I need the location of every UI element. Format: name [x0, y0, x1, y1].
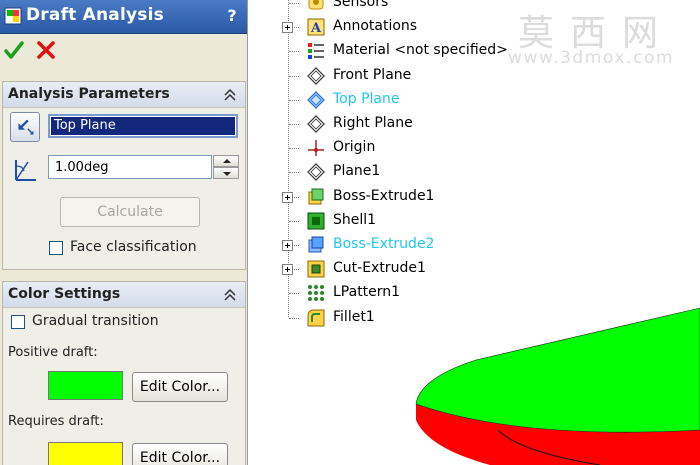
collapse-chevron-icon[interactable]: [221, 286, 239, 304]
angle-spin-up-button[interactable]: [213, 155, 239, 167]
cut-extrude-icon: [307, 260, 325, 278]
positive-draft-label: Positive draft:: [8, 345, 98, 360]
tree-item[interactable]: Material <not specified>: [256, 40, 516, 62]
svg-text:A: A: [310, 21, 322, 36]
tree-item-label: Right Plane: [333, 115, 413, 131]
watermark-url: www.3dmox.com: [508, 48, 675, 68]
tree-item-label: Fillet1: [333, 308, 375, 325]
tree-connector: [289, 220, 299, 222]
expand-plus-icon[interactable]: [282, 22, 293, 34]
tree-item[interactable]: LPattern1: [256, 282, 516, 304]
requires-draft-swatch: [48, 442, 123, 465]
linear-pattern-icon: [308, 285, 324, 302]
tree-connector: [289, 124, 299, 125]
plane-icon: [307, 115, 325, 133]
calculate-button[interactable]: Calculate: [60, 197, 200, 227]
expand-plus-icon[interactable]: [282, 240, 293, 251]
draft-analysis-icon: [4, 7, 22, 25]
tree-connector: [289, 51, 299, 53]
tree-item-label: Plane1: [333, 163, 381, 180]
analysis-parameters-header[interactable]: Analysis Parameters: [3, 82, 245, 108]
tree-item-label: Sensors: [333, 0, 389, 10]
color-settings-header[interactable]: Color Settings: [3, 282, 245, 308]
analysis-parameters-group: Analysis Parameters Top Plane Calculate: [2, 81, 246, 270]
tree-connector: [289, 317, 299, 319]
gradual-transition-checkbox[interactable]: [11, 315, 25, 329]
color-settings-title: Color Settings: [8, 286, 121, 302]
tree-item-label: Annotations: [333, 18, 418, 35]
angle-spin-down-button[interactable]: [213, 167, 239, 179]
model-edge-line: [497, 429, 601, 465]
tree-connector: [289, 293, 299, 295]
tree-item[interactable]: Sensors: [256, 0, 516, 14]
tree-connector: [289, 148, 299, 150]
tree-item-label: Origin: [333, 139, 376, 156]
tree-item-label: Material <not specified>: [333, 42, 508, 59]
model-side-face: [416, 404, 700, 465]
expand-plus-icon[interactable]: [282, 264, 293, 276]
plane-icon: [307, 163, 325, 182]
tree-item-label: Cut-Extrude1: [333, 260, 426, 277]
expand-plus-icon[interactable]: [282, 191, 293, 203]
edit-positive-color-button[interactable]: Edit Color...: [132, 372, 228, 402]
tree-connector: [289, 3, 299, 4]
property-manager: Draft Analysis ? Analysis Parameters Top…: [0, 0, 248, 465]
tree-connector: [289, 172, 299, 174]
face-classification-checkbox[interactable]: [49, 241, 63, 255]
tree-item-label: Front Plane: [333, 66, 412, 83]
face-classification-label: Face classification: [70, 239, 197, 255]
boss-extrude-selected-icon: [308, 236, 324, 253]
tree-item[interactable]: Shell1: [256, 210, 516, 232]
annotations-icon: A: [307, 18, 325, 36]
feature-tree: Sensors A Annotations Material <not specifi…: [256, 0, 516, 340]
tree-item-label: Top Plane: [333, 90, 400, 107]
help-button[interactable]: ?: [222, 5, 242, 27]
tree-item[interactable]: Boss-Extrude1: [256, 186, 516, 208]
plane-icon: [307, 66, 325, 85]
fillet-icon: [307, 309, 325, 327]
sensor-icon: [308, 0, 324, 10]
tree-item-label: LPattern1: [333, 284, 401, 301]
tree-item[interactable]: A Annotations: [256, 16, 516, 38]
direction-plane-field[interactable]: Top Plane: [48, 114, 238, 138]
boss-extrude-icon: [308, 188, 324, 205]
tree-item[interactable]: Cut-Extrude1: [256, 258, 516, 280]
gradual-transition-label: Gradual transition: [32, 313, 159, 329]
ok-checkmark-icon[interactable]: [4, 39, 24, 61]
tree-item-label: Shell1: [333, 211, 377, 228]
analysis-parameters-title: Analysis Parameters: [8, 86, 170, 102]
tree-connector: [289, 75, 299, 77]
draft-angle-input[interactable]: [48, 155, 212, 179]
color-settings-group: Color Settings Gradual transition Positi…: [2, 281, 246, 465]
tree-item[interactable]: Right Plane: [256, 113, 516, 135]
tree-item[interactable]: Boss-Extrude2: [256, 234, 516, 256]
tree-connector: [289, 99, 299, 101]
origin-icon: [308, 140, 324, 157]
tree-item[interactable]: Front Plane: [256, 65, 516, 87]
cancel-x-icon[interactable]: [36, 39, 56, 61]
collapse-chevron-icon[interactable]: [221, 86, 239, 104]
requires-draft-label: Requires draft:: [8, 414, 104, 429]
shell-icon: [307, 212, 325, 230]
tree-item[interactable]: Origin: [256, 137, 516, 159]
material-icon: [308, 43, 324, 60]
tree-item[interactable]: Fillet1: [256, 307, 516, 329]
direction-of-pull-icon[interactable]: [10, 112, 40, 142]
tree-item[interactable]: Top Plane: [256, 89, 516, 111]
direction-plane-value: Top Plane: [51, 117, 235, 135]
tree-item-label: Boss-Extrude1: [333, 187, 435, 204]
positive-draft-swatch: [48, 371, 123, 400]
tree-item[interactable]: Plane1: [256, 161, 516, 183]
plane-selected-icon: [307, 90, 325, 109]
panel-title: Draft Analysis: [26, 5, 164, 25]
draft-angle-icon: [15, 160, 36, 181]
tree-item-label: Boss-Extrude2: [333, 236, 435, 252]
panel-title-bar: Draft Analysis ?: [0, 0, 247, 34]
edit-requires-color-button[interactable]: Edit Color...: [132, 443, 228, 465]
